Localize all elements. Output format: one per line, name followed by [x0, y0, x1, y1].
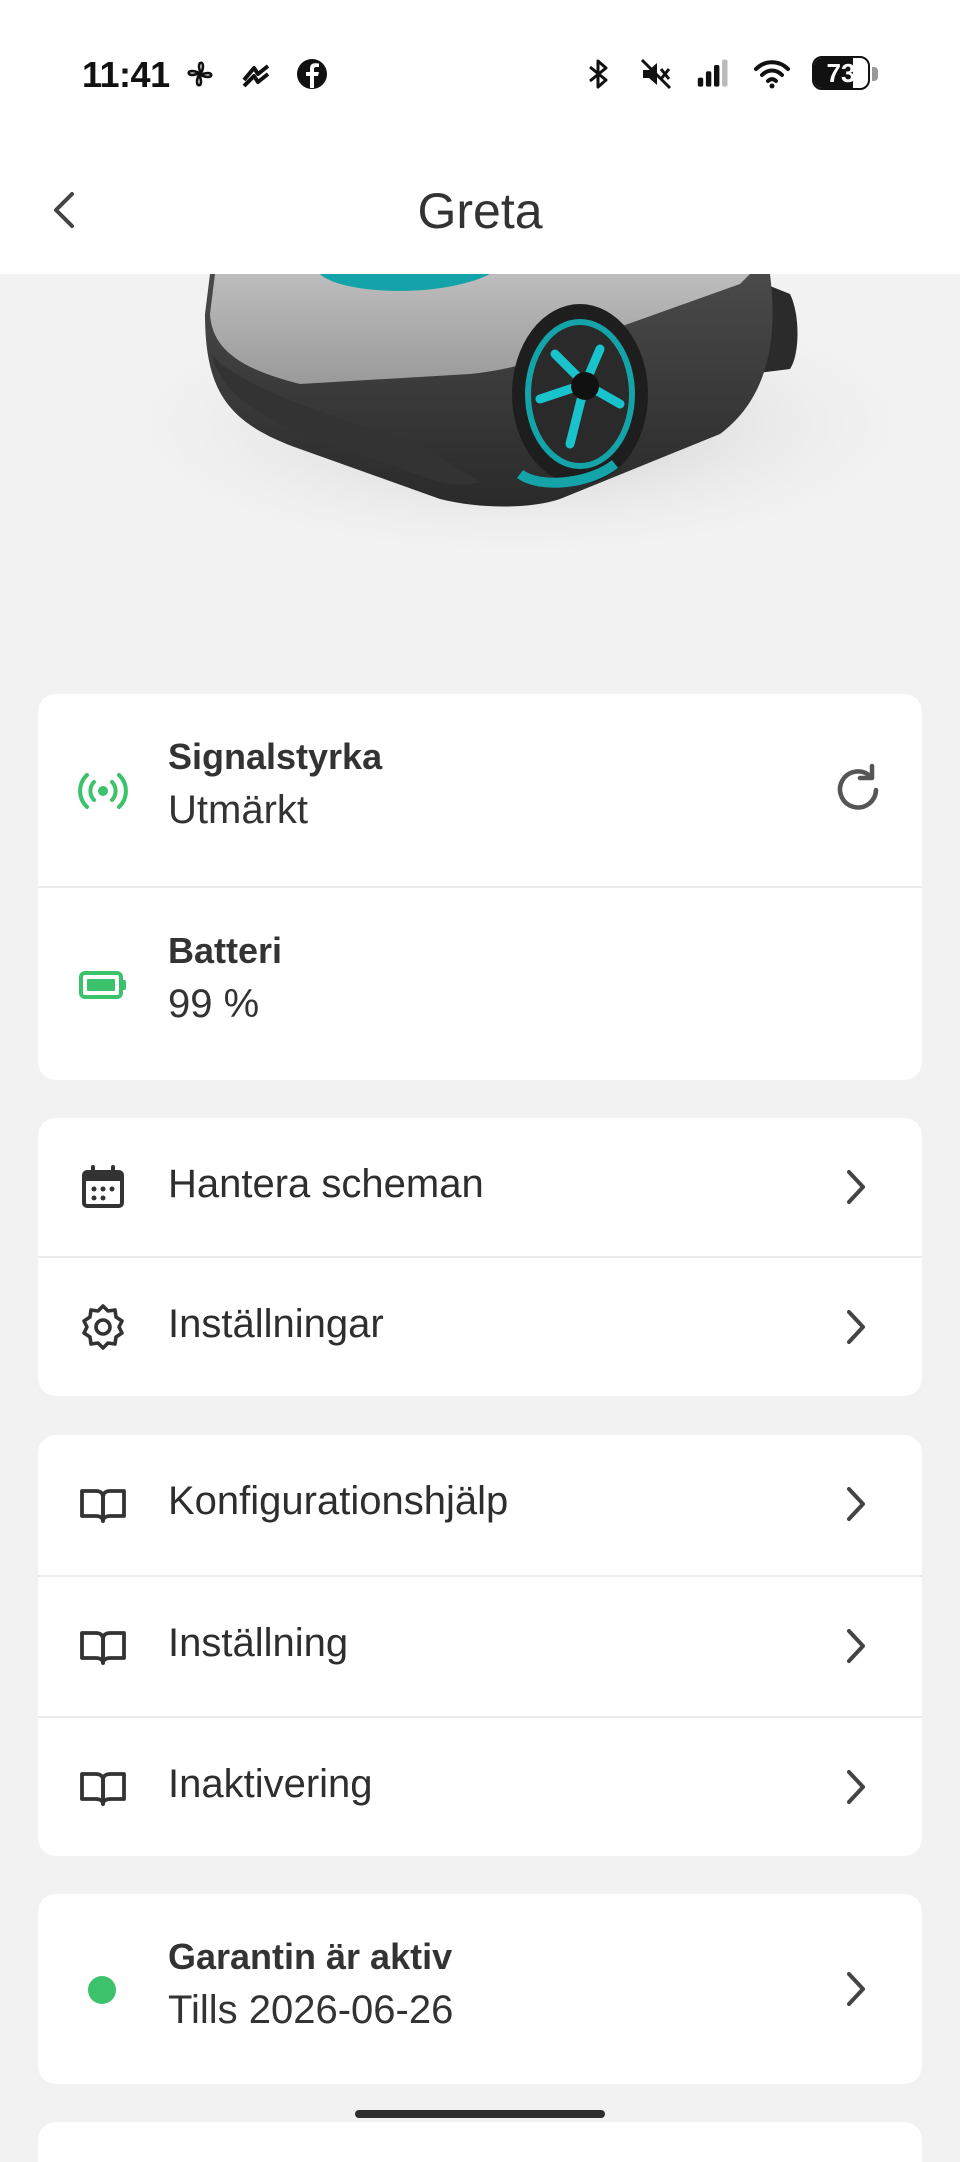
status-bar: 11:41 73 — [0, 0, 960, 120]
chevron-right-icon — [847, 1310, 865, 1344]
menu-card: Hantera scheman Inställningar — [38, 1118, 922, 1396]
guide-item-configuration[interactable]: Konfigurationshjälp — [38, 1435, 922, 1575]
gear-icon — [82, 1304, 124, 1350]
battery-icon — [79, 971, 126, 999]
chevron-right-icon — [847, 1170, 865, 1204]
signal-icon — [697, 59, 728, 87]
warranty-title: Garantin är aktiv — [168, 1936, 453, 1977]
warranty-card[interactable]: Garantin är aktiv Tills 2026-06-26 — [38, 1894, 922, 2084]
menu-item-label: Hantera scheman — [168, 1162, 484, 1206]
battery-value: 99 % — [168, 982, 260, 1026]
signal-strength-icon — [78, 773, 128, 809]
battery-title: Batteri — [168, 930, 283, 971]
facebook-icon — [297, 59, 327, 89]
mute-icon — [640, 58, 672, 90]
menu-item-schedules[interactable]: Hantera scheman — [38, 1118, 922, 1256]
guides-card: Konfigurationshjälp Inställning Inaktive… — [38, 1435, 922, 1856]
fan-icon — [187, 61, 213, 87]
guide-item-installation[interactable]: Inställning — [38, 1575, 922, 1716]
status-time: 11:41 — [82, 54, 170, 95]
chevron-right-icon — [847, 1487, 865, 1521]
battery-row: Batteri 99 % — [38, 886, 922, 1080]
warranty-value: Tills 2026-06-26 — [168, 1988, 454, 2032]
wifi-icon — [754, 60, 790, 89]
warranty-status-dot — [88, 1976, 116, 2004]
nav-bar: Greta — [0, 120, 960, 274]
chevron-right-icon — [847, 1629, 865, 1663]
status-left-icons — [182, 56, 330, 92]
guide-item-label: Inaktivering — [168, 1762, 373, 1806]
signal-row: Signalstyrka Utmärkt — [38, 694, 922, 886]
book-icon — [80, 1772, 126, 1806]
status-battery: 73 — [812, 56, 878, 92]
signal-value: Utmärkt — [168, 788, 308, 832]
signal-title: Signalstyrka — [168, 736, 383, 777]
home-indicator[interactable] — [355, 2110, 605, 2118]
status-card: Signalstyrka Utmärkt Batteri 99 % — [38, 694, 922, 1080]
guide-item-label: Konfigurationshjälp — [168, 1479, 509, 1523]
mower-image — [0, 274, 960, 694]
refresh-icon[interactable] — [830, 762, 886, 818]
status-right-icons: 73 — [580, 56, 878, 92]
chevron-right-icon — [847, 1770, 865, 1804]
next-card — [38, 2122, 922, 2162]
bluetooth-icon — [589, 59, 608, 89]
guide-item-label: Inställning — [168, 1621, 349, 1665]
guide-item-deactivation[interactable]: Inaktivering — [38, 1716, 922, 1856]
calendar-icon — [82, 1165, 124, 1208]
messenger-icon — [242, 64, 270, 88]
menu-item-label: Inställningar — [168, 1302, 384, 1346]
status-battery-level: 73 — [826, 58, 856, 88]
chevron-right-icon — [847, 1972, 865, 2006]
page-title: Greta — [417, 183, 543, 239]
book-icon — [80, 1489, 126, 1523]
warranty-row[interactable]: Garantin är aktiv Tills 2026-06-26 — [38, 1894, 922, 2084]
book-icon — [80, 1631, 126, 1665]
menu-item-settings[interactable]: Inställningar — [38, 1256, 922, 1396]
